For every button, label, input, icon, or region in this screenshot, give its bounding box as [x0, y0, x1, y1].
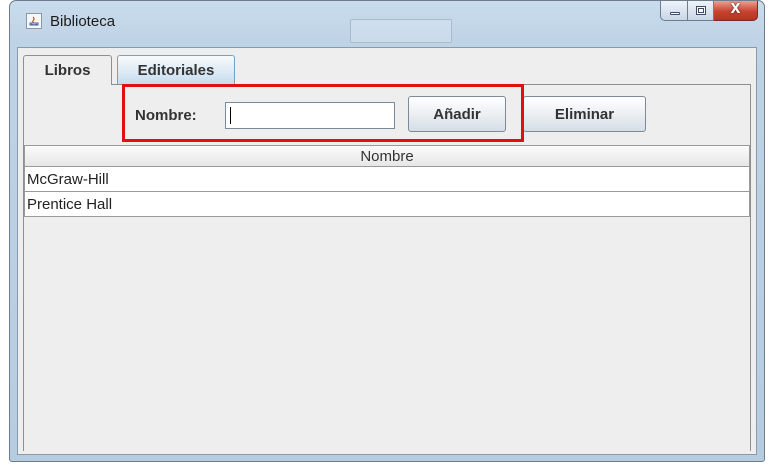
app-window: Biblioteca X Libros Editoriales Nombre: … [9, 0, 765, 462]
content-pane: Libros Editoriales Nombre: Añadir Elimin… [17, 47, 757, 455]
table-row[interactable]: Prentice Hall [24, 192, 750, 217]
window-controls: X [660, 1, 758, 21]
minimize-button[interactable] [660, 1, 688, 21]
editoriales-panel: Nombre: Añadir Eliminar Nombre McGraw-Hi… [23, 84, 751, 451]
name-input[interactable] [225, 102, 395, 129]
add-button[interactable]: Añadir [408, 96, 506, 132]
name-label: Nombre: [135, 107, 197, 124]
maximize-button[interactable] [688, 1, 714, 21]
table-row[interactable]: McGraw-Hill [24, 167, 750, 192]
publishers-table: Nombre McGraw-Hill Prentice Hall [24, 145, 750, 451]
tab-libros[interactable]: Libros [23, 55, 112, 85]
column-header-nombre[interactable]: Nombre [24, 145, 750, 167]
tab-editoriales[interactable]: Editoriales [117, 55, 235, 84]
add-publisher-form: Nombre: Añadir Eliminar [122, 95, 646, 135]
window-title: Biblioteca [50, 13, 116, 30]
delete-button[interactable]: Eliminar [523, 96, 646, 132]
maximize-icon [696, 6, 706, 15]
close-icon: X [730, 2, 741, 17]
minimize-icon [670, 12, 680, 15]
java-app-icon[interactable] [26, 13, 42, 29]
background-decoration [350, 19, 452, 43]
text-caret [230, 107, 231, 124]
close-button[interactable]: X [714, 1, 758, 21]
title-bar[interactable]: Biblioteca X [10, 1, 764, 47]
